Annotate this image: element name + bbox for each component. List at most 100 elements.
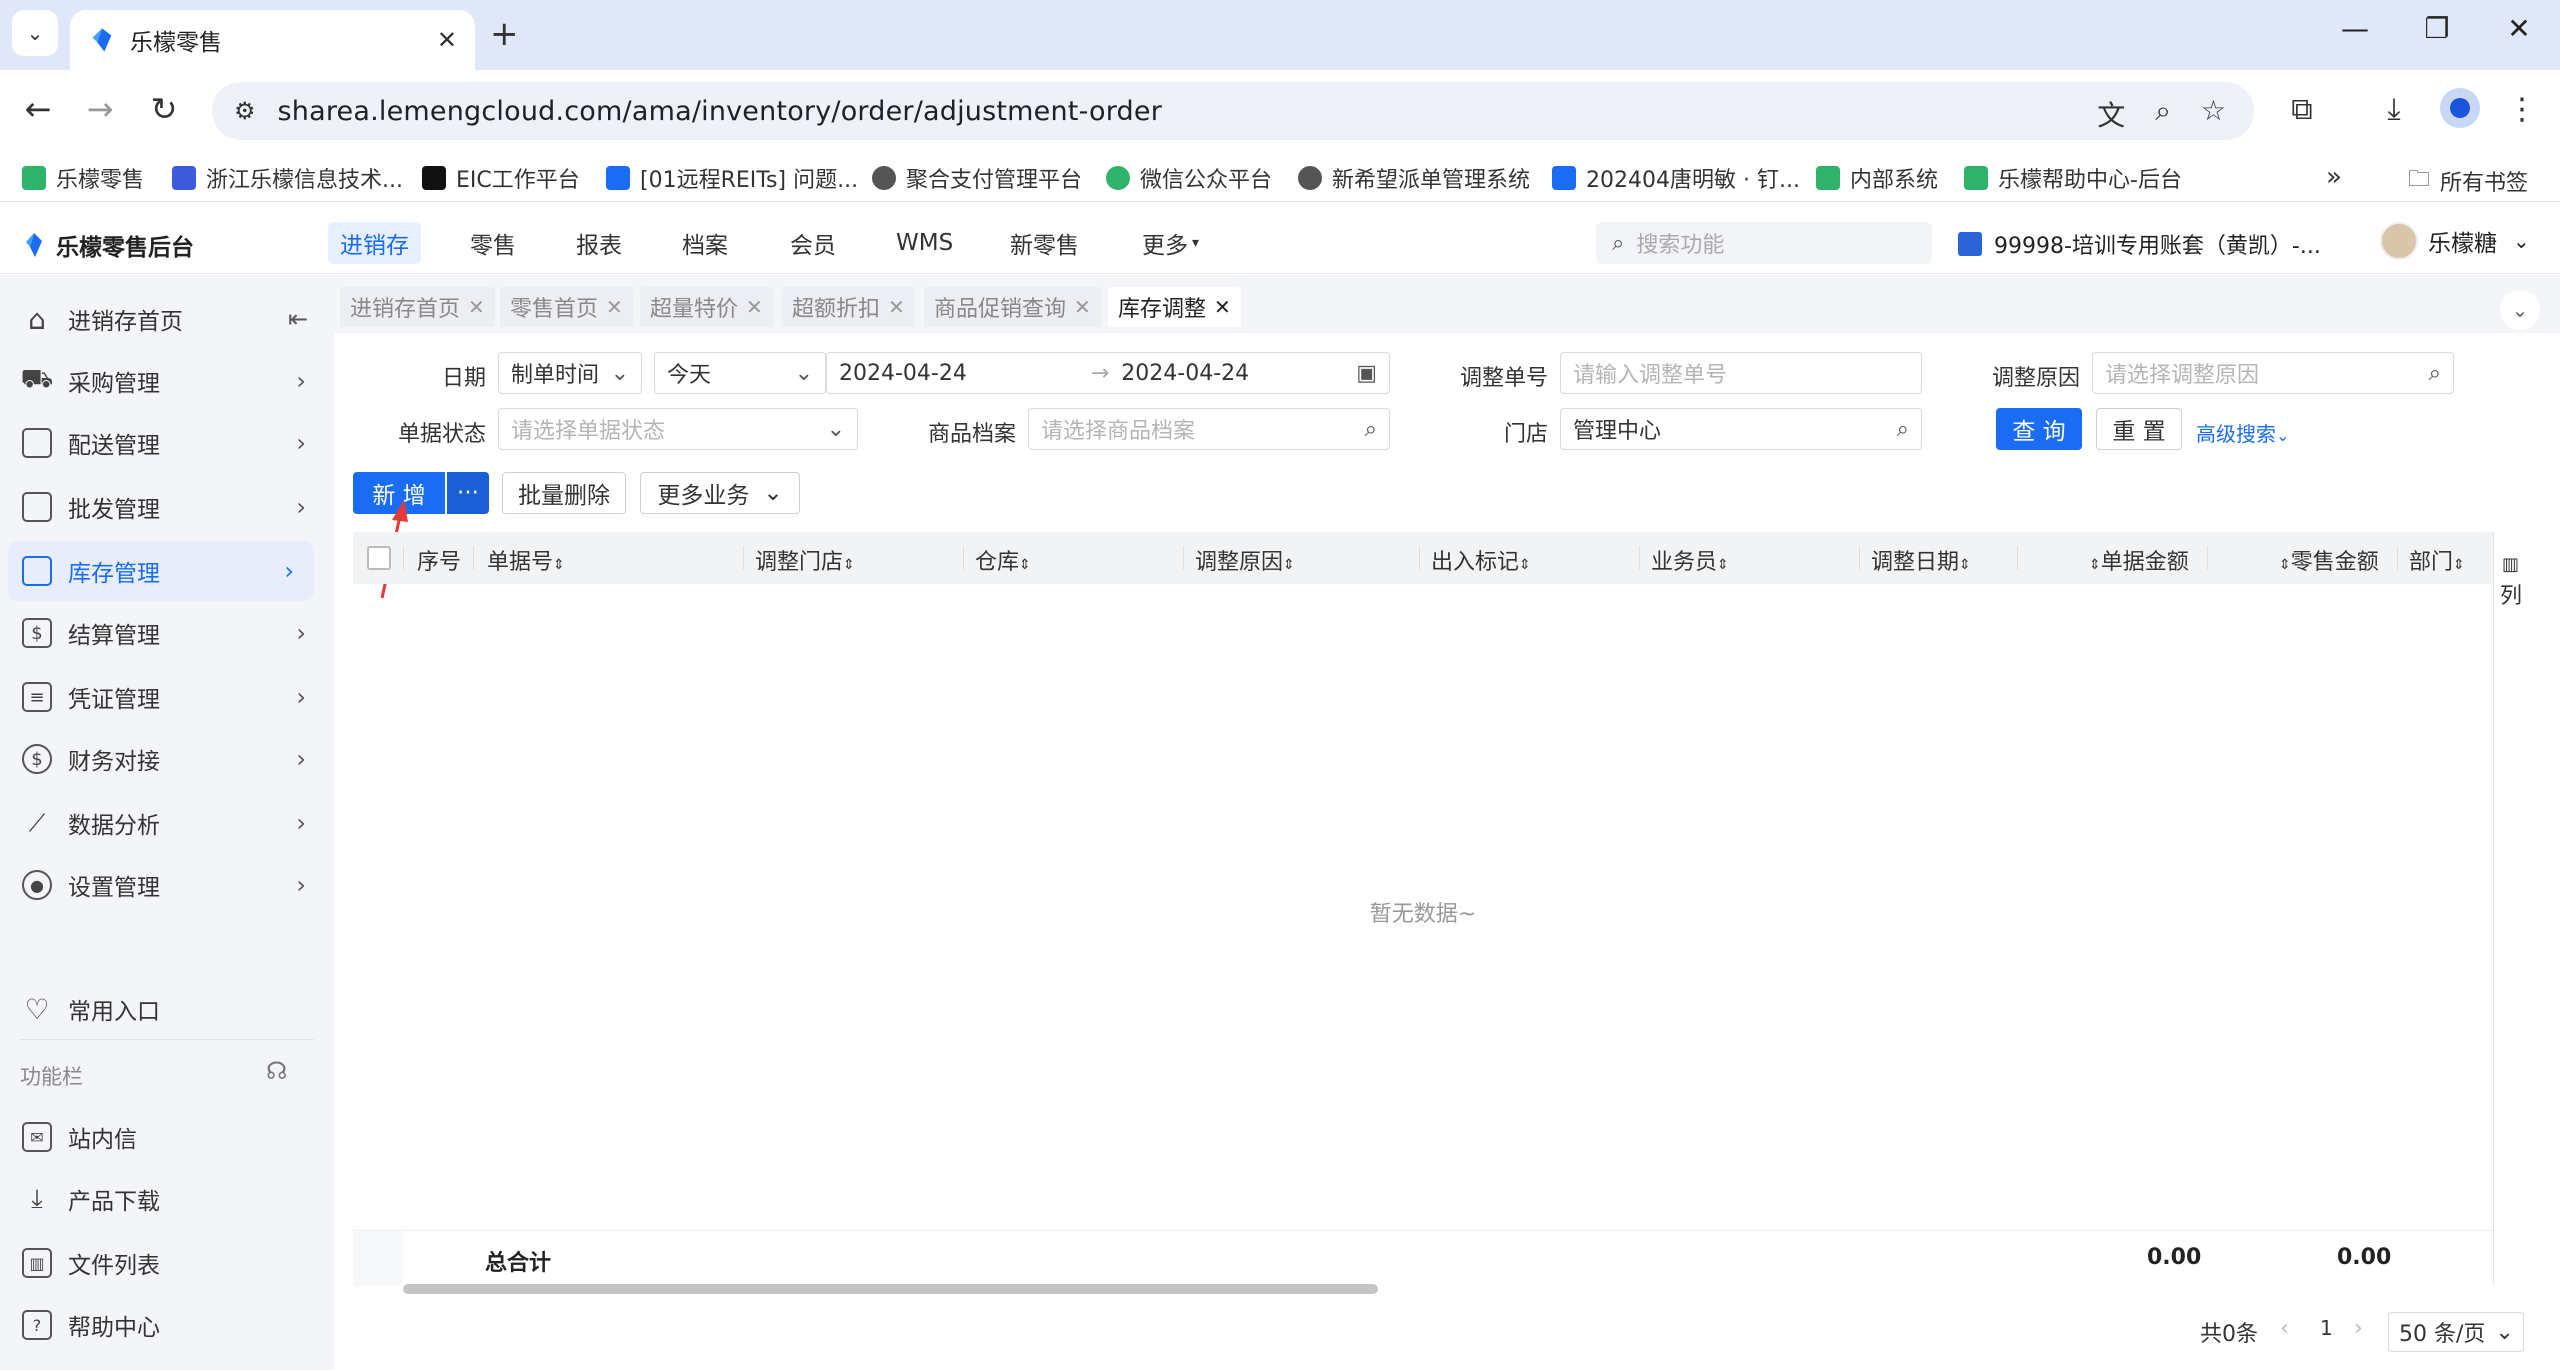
- more-business-button[interactable]: 更多业务 ⌄: [640, 472, 800, 514]
- app-logo[interactable]: 乐檬零售后台: [22, 228, 194, 262]
- close-icon[interactable]: ✕: [1074, 295, 1091, 319]
- close-icon[interactable]: ✕: [888, 295, 905, 319]
- topnav-retail[interactable]: 零售: [458, 222, 528, 264]
- sidebar-item-analytics[interactable]: ⟋ 数据分析 ›: [0, 793, 334, 853]
- menu-kebab-icon[interactable]: ⋮: [2500, 92, 2544, 127]
- url-omnibox[interactable]: ⚙ sharea.lemengcloud.com/ama/inventory/o…: [212, 82, 2254, 140]
- column-header-warehouse[interactable]: 仓库⇕: [975, 544, 1031, 576]
- browser-tab[interactable]: 乐檬零售 ✕: [70, 10, 475, 70]
- bookmark-item[interactable]: 浙江乐檬信息技术...: [172, 162, 403, 194]
- column-header-date[interactable]: 调整日期⇕: [1871, 544, 1971, 576]
- query-button[interactable]: 查 询: [1996, 408, 2082, 450]
- sidebar-favorites[interactable]: ♡ 常用入口: [0, 979, 334, 1039]
- column-header-retail-amount[interactable]: ⇕零售金额: [2279, 544, 2379, 576]
- topnav-more[interactable]: 更多 ▾: [1130, 222, 1211, 264]
- column-header-io-flag[interactable]: 出入标记⇕: [1431, 544, 1531, 576]
- sidebar-item-inventory[interactable]: 库存管理 ›: [8, 541, 314, 601]
- column-settings-panel[interactable]: ▥ 列: [2493, 532, 2523, 1285]
- sidebar-tool-files[interactable]: ▥ 文件列表: [0, 1233, 334, 1293]
- product-select[interactable]: 请选择商品档案 ⌕: [1028, 408, 1390, 450]
- topnav-wms[interactable]: WMS: [884, 222, 965, 264]
- profile-avatar-icon[interactable]: [2440, 88, 2480, 128]
- next-page-icon[interactable]: ›: [2354, 1316, 2363, 1341]
- tab-search-dropdown[interactable]: ⌄: [12, 10, 58, 56]
- date-type-select[interactable]: 制单时间 ⌄: [498, 352, 642, 394]
- close-icon[interactable]: ✕: [1214, 295, 1231, 319]
- all-bookmarks[interactable]: 🗀 所有书签: [2408, 162, 2528, 200]
- column-header-salesman[interactable]: 业务员⇕: [1651, 544, 1729, 576]
- status-select[interactable]: 请选择单据状态 ⌄: [498, 408, 858, 450]
- add-more-button[interactable]: ···: [447, 472, 489, 514]
- date-range-select[interactable]: 今天 ⌄: [654, 352, 826, 394]
- sidebar-tool-help[interactable]: ? 帮助中心: [0, 1295, 334, 1355]
- topnav-member[interactable]: 会员: [778, 222, 848, 264]
- column-header-department[interactable]: 部门⇕: [2409, 544, 2465, 576]
- bookmark-item[interactable]: EIC工作平台: [422, 162, 580, 194]
- page-size-select[interactable]: 50 条/页 ⌄: [2388, 1312, 2524, 1352]
- prev-page-icon[interactable]: ‹: [2280, 1316, 2289, 1341]
- site-info-icon[interactable]: ⚙: [234, 97, 256, 125]
- sidebar-item-voucher[interactable]: ≡ 凭证管理 ›: [0, 667, 334, 727]
- zoom-icon[interactable]: ⌕: [2155, 94, 2171, 134]
- close-tab-icon[interactable]: ✕: [437, 26, 457, 54]
- column-header-order-amount[interactable]: ⇕单据金额: [2089, 544, 2189, 576]
- close-icon[interactable]: ✕: [606, 295, 623, 319]
- page-tab[interactable]: 超额折扣 ✕: [782, 287, 915, 327]
- download-icon[interactable]: ⤓: [2372, 92, 2416, 127]
- column-header-store[interactable]: 调整门店⇕: [755, 544, 855, 576]
- bookmark-item[interactable]: 聚合支付管理平台: [872, 162, 1082, 194]
- account-selector[interactable]: 99998-培训专用账套（黄凯）-...: [1958, 228, 2321, 260]
- minimize-icon[interactable]: —: [2330, 12, 2380, 45]
- tabs-dropdown-icon[interactable]: ⌄: [2500, 290, 2540, 330]
- advanced-search-link[interactable]: 高级搜索⌄: [2196, 418, 2289, 447]
- sidebar-item-purchase[interactable]: ⛟ 采购管理 ›: [0, 351, 334, 411]
- page-tab[interactable]: 零售首页 ✕: [500, 287, 633, 327]
- sidebar-tool-download[interactable]: ⤓ 产品下载: [0, 1169, 334, 1229]
- function-search-input[interactable]: ⌕ 搜索功能: [1596, 222, 1932, 264]
- sidebar-tool-messages[interactable]: ✉ 站内信: [0, 1107, 334, 1167]
- bookmark-item[interactable]: 微信公众平台: [1106, 162, 1272, 194]
- bookmark-star-icon[interactable]: ☆: [2201, 94, 2226, 134]
- topnav-reports[interactable]: 报表: [564, 222, 634, 264]
- sidebar-item-settlement[interactable]: $ 结算管理 ›: [0, 603, 334, 663]
- topnav-archive[interactable]: 档案: [670, 222, 740, 264]
- pagination-page[interactable]: 1: [2320, 1316, 2333, 1340]
- collapse-sidebar-icon[interactable]: ⇤: [288, 305, 308, 333]
- reason-select[interactable]: 请选择调整原因 ⌕: [2092, 352, 2454, 394]
- reload-icon[interactable]: ↻: [142, 90, 186, 128]
- bookmark-item[interactable]: 乐檬零售: [22, 162, 144, 194]
- extensions-icon[interactable]: ⧉: [2280, 92, 2324, 127]
- bookmark-item[interactable]: 乐檬帮助中心-后台: [1964, 162, 2182, 194]
- bookmark-item[interactable]: 新希望派单管理系统: [1298, 162, 1530, 194]
- bookmark-item[interactable]: 202404唐明敏 · 钉...: [1552, 162, 1800, 194]
- page-tab[interactable]: 进销存首页 ✕: [340, 287, 495, 327]
- order-no-input[interactable]: 请输入调整单号: [1560, 352, 1922, 394]
- new-tab-button[interactable]: +: [490, 14, 519, 54]
- bookmark-item[interactable]: [01远程REITs] 问题...: [606, 162, 858, 194]
- close-window-icon[interactable]: ✕: [2494, 12, 2544, 45]
- restore-icon[interactable]: ❐: [2412, 12, 2462, 45]
- column-header-reason[interactable]: 调整原因⇕: [1195, 544, 1295, 576]
- close-icon[interactable]: ✕: [468, 295, 485, 319]
- horizontal-scrollbar[interactable]: [403, 1284, 1378, 1294]
- topnav-new-retail[interactable]: 新零售: [998, 222, 1091, 264]
- column-header-order-no[interactable]: 单据号⇕: [487, 544, 565, 576]
- user-menu[interactable]: 乐檬糖 ⌄: [2380, 222, 2530, 260]
- sidebar-item-settings[interactable]: ● 设置管理 ›: [0, 855, 334, 915]
- sidebar-item-finance[interactable]: $ 财务对接 ›: [0, 729, 334, 789]
- store-select[interactable]: 管理中心 ⌕: [1560, 408, 1922, 450]
- page-tab-active[interactable]: 库存调整 ✕: [1108, 287, 1241, 327]
- date-range-picker[interactable]: 2024-04-24 → 2024-04-24 ▣: [826, 352, 1390, 394]
- sidebar-item-wholesale[interactable]: 批发管理 ›: [0, 477, 334, 537]
- select-all-checkbox[interactable]: [367, 546, 391, 570]
- bookmark-item[interactable]: 内部系统: [1816, 162, 1938, 194]
- batch-delete-button[interactable]: 批量删除: [502, 472, 626, 514]
- page-tab[interactable]: 超量特价 ✕: [640, 287, 773, 327]
- back-icon[interactable]: ←: [16, 90, 60, 128]
- sidebar-item-delivery[interactable]: 配送管理 ›: [0, 413, 334, 473]
- translate-icon[interactable]: 文: [2097, 94, 2125, 134]
- close-icon[interactable]: ✕: [746, 295, 763, 319]
- forward-icon[interactable]: →: [78, 90, 122, 128]
- bookmarks-overflow-icon[interactable]: »: [2326, 162, 2342, 192]
- topnav-inventory[interactable]: 进销存: [328, 222, 421, 264]
